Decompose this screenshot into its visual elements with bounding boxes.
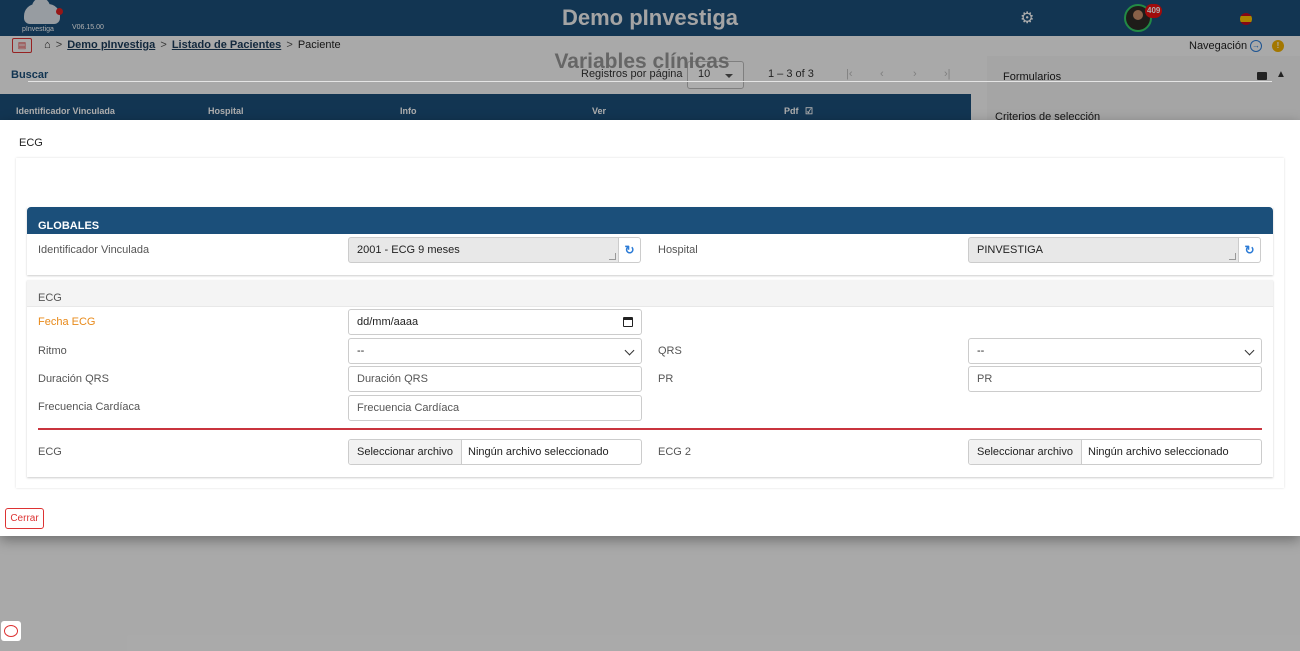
qrs-label: QRS [658,345,682,357]
section-divider [38,428,1262,430]
ecg2-file-input[interactable]: Seleccionar archivo Ningún archivo selec… [968,439,1262,465]
fecha-ecg-placeholder: dd/mm/aaaa [357,316,419,328]
fecha-ecg-input[interactable]: dd/mm/aaaa [348,309,642,335]
title-divider [28,81,1272,82]
calendar-icon[interactable] [623,317,633,327]
section-ecg-title: ECG [38,292,62,304]
pr-input[interactable]: PR [968,366,1262,392]
duracion-qrs-label: Duración QRS [38,373,109,385]
qrs-select[interactable]: -- [968,338,1262,364]
section-ecg-header: ECG [27,280,1273,307]
close-button[interactable]: Cerrar [5,508,44,529]
identificador-label: Identificador Vinculada [38,244,150,256]
refresh-hospital-icon[interactable]: ↻ [1239,237,1261,263]
hospital-label: Hospital [658,244,698,256]
ecg-file-label: ECG [38,446,62,458]
ritmo-value: -- [357,345,365,357]
ritmo-select[interactable]: -- [348,338,642,364]
ecg2-file-label: ECG 2 [658,446,692,458]
section-globales-title: GLOBALES [38,220,100,232]
fecha-ecg-label: Fecha ECG [38,316,96,328]
frecuencia-input[interactable]: Frecuencia Cardíaca [348,395,642,421]
qrs-value: -- [977,345,985,357]
file-status: Ningún archivo seleccionado [468,446,609,458]
frecuencia-label: Frecuencia Cardíaca [38,401,141,413]
pr-label: PR [658,373,674,385]
duracion-qrs-input[interactable]: Duración QRS [348,366,642,392]
ecg-file-input[interactable]: Seleccionar archivo Ningún archivo selec… [348,439,642,465]
chevron-down-icon [1244,345,1255,356]
refresh-identificador-icon[interactable]: ↻ [619,237,641,263]
select-file-button[interactable]: Seleccionar archivo [969,440,1082,464]
ritmo-label: Ritmo [38,345,67,357]
hospital-field: PINVESTIGA [968,237,1239,263]
chevron-down-icon [624,345,635,356]
form-title: Variables clínicas [554,50,730,73]
identificador-field: 2001 - ECG 9 meses [348,237,619,263]
section-globales-header: GLOBALES [27,207,1273,234]
dialog-title: ECG [19,137,43,149]
chat-icon[interactable] [1,621,21,641]
file-status: Ningún archivo seleccionado [1088,446,1229,458]
select-file-button[interactable]: Seleccionar archivo [349,440,462,464]
